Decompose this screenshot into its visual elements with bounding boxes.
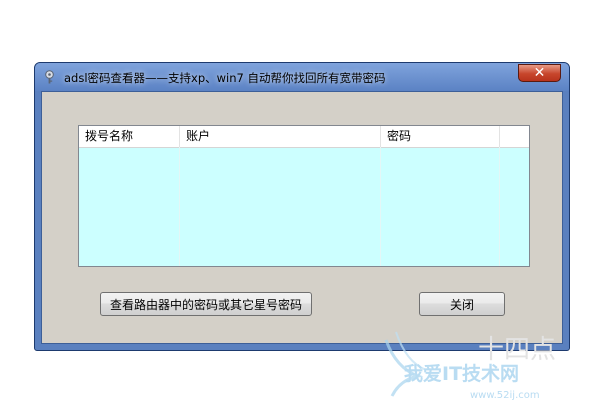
window-title: adsl密码查看器——支持xp、win7 自动帮你找回所有宽带密码: [64, 71, 386, 85]
site-watermark: 十四点 我爱IT技术网 www.52ij.com: [384, 331, 556, 401]
close-button[interactable]: 关闭: [419, 292, 505, 316]
column-header-account[interactable]: 账户: [180, 126, 380, 147]
grid-line: [179, 147, 180, 266]
watermark-big: 十四点: [478, 335, 556, 365]
list-header: 拨号名称 账户 密码: [79, 126, 529, 148]
key-icon: [45, 70, 54, 84]
password-list[interactable]: 拨号名称 账户 密码: [78, 125, 530, 267]
title-bar[interactable]: adsl密码查看器——支持xp、win7 自动帮你找回所有宽带密码 ✕: [35, 63, 569, 91]
app-window: adsl密码查看器——支持xp、win7 自动帮你找回所有宽带密码 ✕ 拨号名称…: [34, 62, 570, 351]
column-header-dial-name[interactable]: 拨号名称: [79, 126, 179, 147]
close-window-button[interactable]: ✕: [518, 64, 561, 82]
grid-line: [499, 147, 500, 266]
watermark-main: 我爱IT技术网: [404, 362, 519, 385]
watermark-url: www.52ij.com: [470, 390, 540, 401]
close-icon: ✕: [533, 65, 546, 81]
view-router-password-button[interactable]: 查看路由器中的密码或其它星号密码: [100, 292, 312, 316]
dialog-client-area: 拨号名称 账户 密码 查看路由器中的密码或其它星号密码 关闭: [41, 91, 563, 344]
column-separator[interactable]: [499, 126, 500, 147]
column-header-password[interactable]: 密码: [381, 126, 499, 147]
grid-line: [380, 147, 381, 266]
